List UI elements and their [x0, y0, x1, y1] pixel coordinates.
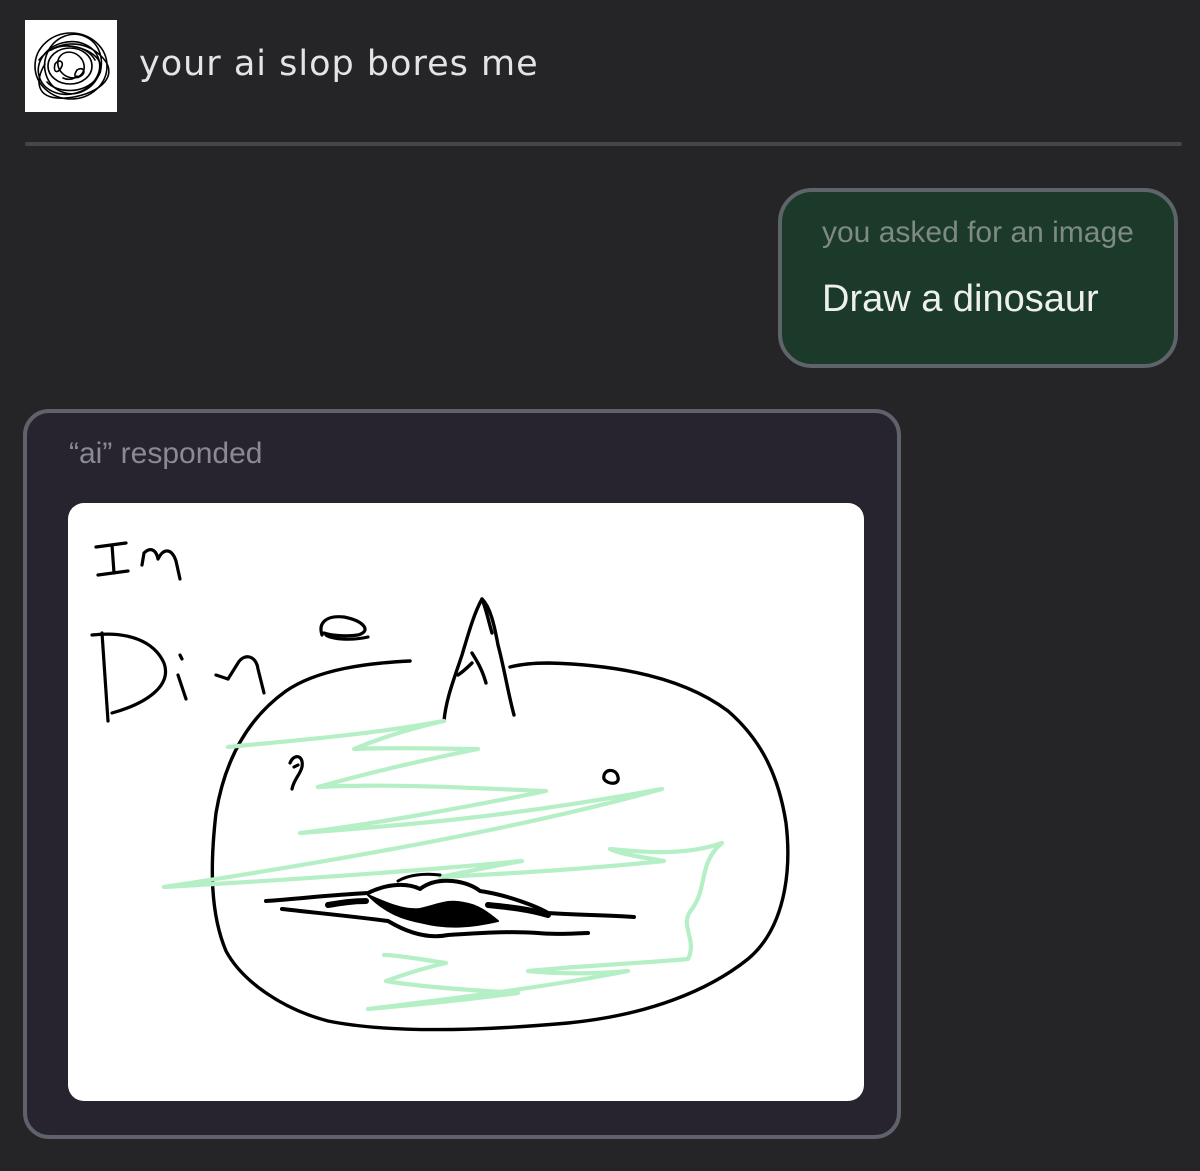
chat-header: your ai slop bores me — [25, 20, 1182, 112]
handwritten-dino — [90, 615, 370, 723]
ai-message-bubble: “ai” responded — [23, 409, 901, 1139]
chat-title: your ai slop bores me — [139, 44, 539, 84]
user-message-text: Draw a dinosaur — [822, 278, 1099, 320]
green-scribble — [161, 718, 725, 1012]
scribble-avatar-icon[interactable] — [25, 20, 117, 112]
generated-image[interactable] — [68, 503, 864, 1101]
user-message-caption: you asked for an image — [822, 216, 1134, 249]
user-message-bubble: you asked for an image Draw a dinosaur — [778, 188, 1178, 368]
header-divider — [25, 142, 1182, 146]
dino-mouth — [264, 872, 636, 939]
chat-page: your ai slop bores me you asked for an i… — [0, 0, 1200, 1171]
ai-message-caption: “ai” responded — [69, 437, 263, 470]
handwritten-im — [94, 541, 182, 581]
